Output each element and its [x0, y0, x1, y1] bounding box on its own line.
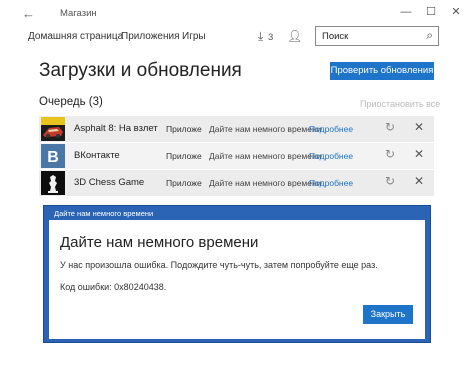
close-button[interactable]: Закрыть [363, 305, 413, 324]
cancel-icon[interactable]: ✕ [414, 174, 424, 188]
download-icon[interactable]: ⤓ [258, 29, 263, 44]
app-type: Приложе [166, 178, 202, 188]
app-status: Дайте нам немного времени [209, 151, 322, 161]
queue-row-chess[interactable]: 3D Chess Game Приложе Дайте нам немного … [39, 170, 434, 196]
app-name: 3D Chess Game [74, 177, 145, 188]
dialog-heading: Дайте нам немного времени [60, 234, 259, 251]
svg-text:B: B [47, 149, 59, 166]
app-status: Дайте нам немного времени [209, 178, 322, 188]
search-icon[interactable]: ⌕ [426, 28, 433, 43]
retry-icon[interactable]: ↻ [385, 147, 395, 161]
queue-row-vk[interactable]: B ВКонтакте Приложе Дайте нам немного вр… [39, 143, 434, 169]
store-window: ← Магазин — ☐ ✕ Домашняя страница Прилож… [0, 0, 474, 367]
cancel-icon[interactable]: ✕ [414, 147, 424, 161]
error-dialog: Дайте нам немного времени Дайте нам немн… [43, 205, 431, 343]
back-arrow-icon[interactable]: ← [22, 6, 35, 21]
search-value: Поиск [322, 31, 349, 42]
app-name: Asphalt 8: На взлет [74, 123, 158, 134]
queue-title: Очередь (3) [39, 96, 103, 108]
dialog-title: Дайте нам немного времени [54, 209, 154, 218]
app-type: Приложе [166, 151, 202, 161]
user-icon[interactable]: 👤︎ [287, 29, 302, 43]
app-type: Приложе [166, 124, 202, 134]
details-link[interactable]: Подробнее [309, 124, 353, 134]
app-status: Дайте нам немного времени [209, 124, 322, 134]
details-link[interactable]: Подробнее [309, 151, 353, 161]
search-input[interactable]: Поиск ⌕ [315, 26, 439, 46]
maximize-icon[interactable]: ☐ [421, 4, 441, 20]
error-code: Код ошибки: 0x80240438. [60, 282, 167, 292]
downloads-count[interactable]: 3 [268, 32, 273, 43]
asphalt-app-icon [41, 117, 65, 141]
queue-row-asphalt[interactable]: Asphalt 8: На взлет Приложе Дайте нам не… [39, 116, 434, 142]
nav-games[interactable]: Игры [182, 31, 206, 42]
app-name: ВКонтакте [74, 150, 120, 161]
window-title: Магазин [60, 8, 97, 19]
retry-icon[interactable]: ↻ [385, 174, 395, 188]
close-window-icon[interactable]: ✕ [446, 4, 466, 20]
pause-all-link[interactable]: Приостановить все [360, 99, 440, 109]
cancel-icon[interactable]: ✕ [414, 120, 424, 134]
chess-app-icon [41, 171, 65, 195]
title-bar: ← Магазин — ☐ ✕ [0, 0, 474, 26]
details-link[interactable]: Подробнее [309, 178, 353, 188]
page-title: Загрузки и обновления [39, 60, 242, 81]
minimize-icon[interactable]: — [396, 4, 416, 20]
retry-icon[interactable]: ↻ [385, 120, 395, 134]
dialog-body: Дайте нам немного времени У нас произошл… [49, 220, 425, 339]
check-updates-button[interactable]: Проверить обновления [330, 62, 434, 80]
nav-home[interactable]: Домашняя страница [28, 31, 123, 42]
nav-apps[interactable]: Приложения [121, 31, 180, 42]
vk-app-icon: B [41, 144, 65, 168]
dialog-message: У нас произошла ошибка. Подождите чуть-ч… [60, 260, 378, 270]
